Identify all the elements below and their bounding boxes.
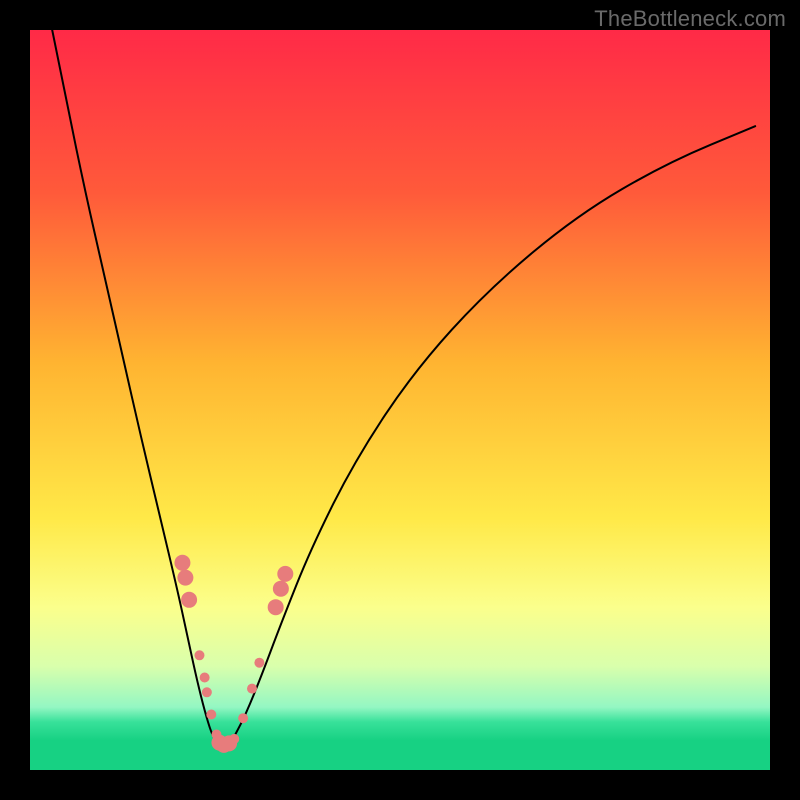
chart-frame: TheBottleneck.com bbox=[0, 0, 800, 800]
data-marker bbox=[247, 684, 257, 694]
data-marker bbox=[194, 650, 204, 660]
data-marker bbox=[202, 687, 212, 697]
data-marker bbox=[273, 581, 289, 597]
data-marker bbox=[200, 673, 210, 683]
data-marker bbox=[177, 570, 193, 586]
data-marker bbox=[206, 710, 216, 720]
data-marker bbox=[238, 713, 248, 723]
chart-background bbox=[30, 30, 770, 770]
chart-plot-area bbox=[30, 30, 770, 770]
watermark-text: TheBottleneck.com bbox=[594, 6, 786, 32]
data-marker bbox=[277, 566, 293, 582]
data-marker bbox=[268, 599, 284, 615]
data-marker bbox=[174, 555, 190, 571]
data-marker bbox=[229, 734, 239, 744]
data-marker bbox=[254, 658, 264, 668]
chart-svg bbox=[30, 30, 770, 770]
data-marker bbox=[181, 592, 197, 608]
